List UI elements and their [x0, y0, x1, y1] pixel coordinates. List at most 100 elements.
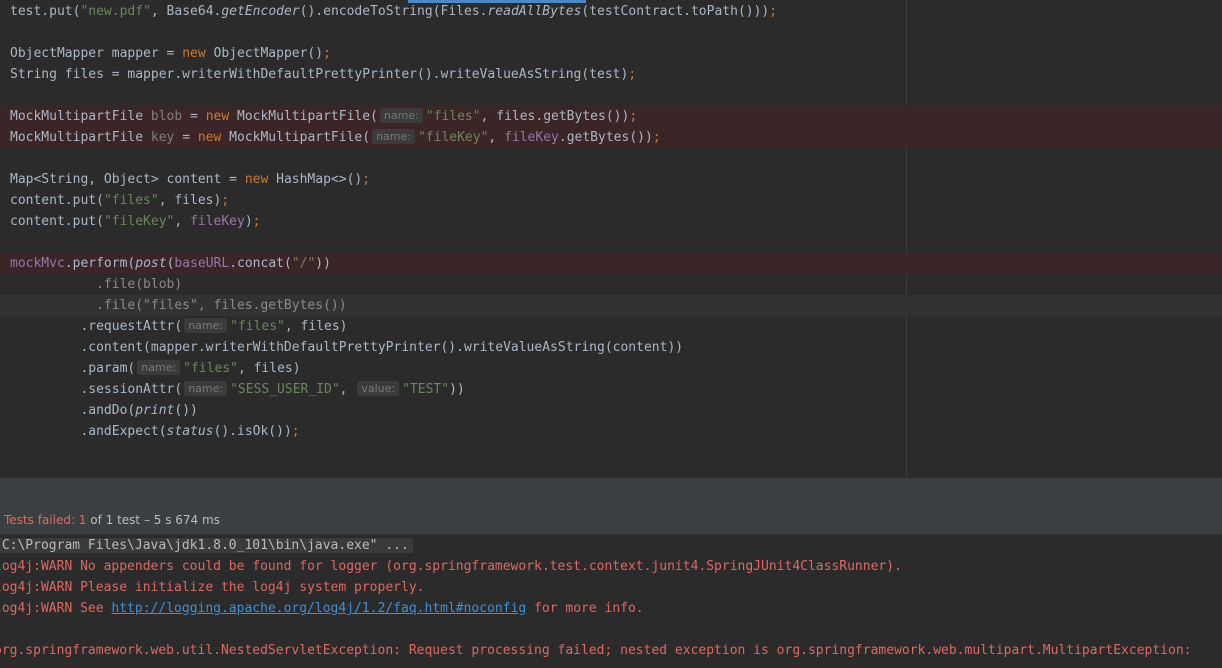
console-line-content: log4j:WARN See http://logging.apache.org…	[0, 601, 644, 616]
code-line-7[interactable]: MockMultipartFile key = new MockMultipar…	[0, 127, 1222, 148]
code-token: ;	[769, 4, 778, 19]
code-line-4[interactable]: String files = mapper.writerWithDefaultP…	[0, 64, 1222, 85]
code-line-11[interactable]: content.put("fileKey", fileKey);	[0, 211, 1222, 232]
code-token: log4j:WARN No appenders could be found f…	[0, 559, 902, 574]
code-token: post	[135, 256, 167, 271]
code-token: )	[244, 214, 253, 229]
code-line-content: .file("files", files.getBytes())	[10, 295, 347, 316]
code-token: ObjectMapper()	[213, 46, 324, 61]
code-token: .sessionAttr(	[10, 382, 183, 397]
code-token: ,	[174, 214, 191, 229]
code-token: content.put(	[10, 193, 104, 208]
code-token: key	[150, 130, 175, 145]
code-token: MockMultipartFile(	[229, 130, 371, 145]
code-token: .file("files", files.getBytes())	[10, 298, 347, 313]
code-line-content: String files = mapper.writerWithDefaultP…	[10, 64, 636, 85]
code-token: , files)	[237, 361, 301, 376]
code-token: "/"	[291, 256, 316, 271]
code-token: .andExpect(	[10, 424, 167, 439]
code-line-5[interactable]	[0, 85, 1222, 106]
code-line-9[interactable]: Map<String, Object> content = new HashMa…	[0, 169, 1222, 190]
code-token: .concat(	[229, 256, 292, 271]
test-result-summary: Tests failed: 1 of 1 test – 5 s 674 ms	[4, 507, 220, 534]
code-line-16[interactable]: .requestAttr(name: "files", files)	[0, 316, 1222, 337]
code-line-2[interactable]	[0, 22, 1222, 43]
code-token: org.springframework.web.util.NestedServl…	[0, 643, 1192, 658]
code-token: ))	[315, 256, 331, 271]
code-token: "new.pdf"	[80, 4, 151, 19]
code-token: MockMultipartFile	[10, 109, 151, 124]
console-output[interactable]: "C:\Program Files\Java\jdk1.8.0_101\bin\…	[0, 535, 1222, 668]
code-token: ;	[291, 424, 300, 439]
code-line-10[interactable]: content.put("files", files);	[0, 190, 1222, 211]
code-token: =	[174, 130, 198, 145]
code-line-content: .andExpect(status().isOk());	[10, 421, 300, 442]
code-token: .andDo(	[10, 403, 136, 418]
panel-splitter[interactable]	[0, 478, 1222, 507]
console-line-3[interactable]: log4j:WARN Please initialize the log4j s…	[0, 577, 424, 598]
code-token: log4j:WARN See	[0, 601, 112, 616]
console-line-2[interactable]: log4j:WARN No appenders could be found f…	[0, 556, 902, 577]
console-line-4[interactable]: log4j:WARN See http://logging.apache.org…	[0, 598, 644, 619]
code-token: fileKey	[504, 130, 559, 145]
code-token: for more info.	[526, 601, 644, 616]
code-token: "fileKey"	[103, 214, 175, 229]
code-line-12[interactable]	[0, 232, 1222, 253]
code-token: readAllBytes	[487, 4, 582, 19]
code-token: new	[197, 130, 230, 145]
code-editor[interactable]: test.put("new.pdf", Base64.getEncoder().…	[0, 0, 1222, 478]
code-line-17[interactable]: .content(mapper.writerWithDefaultPrettyP…	[0, 337, 1222, 358]
code-token: , Base64.	[150, 4, 222, 19]
code-token: .requestAttr(	[10, 319, 183, 334]
code-token: new	[244, 172, 277, 187]
code-line-14[interactable]: .file(blob)	[0, 274, 1222, 295]
code-line-20[interactable]: .andDo(print())	[0, 400, 1222, 421]
code-line-13[interactable]: mockMvc.perform(post(baseURL.concat("/")…	[0, 253, 1222, 274]
code-token: "files"	[103, 193, 159, 208]
code-line-8[interactable]	[0, 148, 1222, 169]
code-token: =	[182, 109, 206, 124]
code-line-content: .content(mapper.writerWithDefaultPrettyP…	[10, 337, 683, 358]
code-line-6[interactable]: MockMultipartFile blob = new MockMultipa…	[0, 106, 1222, 127]
code-token: ,	[339, 382, 356, 397]
code-line-content: MockMultipartFile blob = new MockMultipa…	[10, 106, 637, 127]
java-command: "C:\Program Files\Java\jdk1.8.0_101\bin\…	[0, 538, 413, 553]
code-line-content: content.put("files", files);	[10, 190, 229, 211]
code-line-15[interactable]: .file("files", files.getBytes())	[0, 295, 1222, 316]
code-line-content: mockMvc.perform(post(baseURL.concat("/")…	[10, 253, 331, 274]
code-line-18[interactable]: .param(name: "files", files)	[0, 358, 1222, 379]
code-line-3[interactable]: ObjectMapper mapper = new ObjectMapper()…	[0, 43, 1222, 64]
test-status-bar: Tests failed: 1 of 1 test – 5 s 674 ms	[0, 507, 1222, 535]
code-line-19[interactable]: .sessionAttr(name: "SESS_USER_ID", value:…	[0, 379, 1222, 400]
console-line-content: log4j:WARN Please initialize the log4j s…	[0, 580, 424, 595]
parameter-hint: name:	[372, 129, 415, 144]
code-line-content: Map<String, Object> content = new HashMa…	[10, 169, 370, 190]
code-token: log4j:WARN Please initialize the log4j s…	[0, 580, 425, 595]
code-token: Map<String, Object> content =	[10, 172, 245, 187]
code-token: ;	[628, 67, 637, 82]
code-line-1[interactable]: test.put("new.pdf", Base64.getEncoder().…	[0, 1, 1222, 22]
console-line-1[interactable]: "C:\Program Files\Java\jdk1.8.0_101\bin\…	[0, 535, 413, 556]
code-token: print	[135, 403, 175, 418]
code-line-content: .param(name: "files", files)	[10, 358, 301, 379]
tests-failed-label: Tests failed: 1	[4, 513, 87, 527]
code-token: .file(blob)	[10, 277, 183, 292]
code-token: ;	[252, 214, 261, 229]
code-token: mockMvc	[10, 256, 65, 271]
code-token: .getBytes())	[558, 130, 653, 145]
code-token: fileKey	[190, 214, 245, 229]
code-token: , files)	[284, 319, 348, 334]
code-token: .perform(	[64, 256, 136, 271]
code-token: ;	[323, 46, 331, 61]
code-token: MockMultipartFile	[10, 130, 151, 145]
code-token: (testContract.toPath()))	[581, 4, 770, 19]
code-token: ())	[174, 403, 198, 418]
code-line-21[interactable]: .andExpect(status().isOk());	[0, 421, 1222, 442]
code-token: ))	[449, 382, 465, 397]
code-token: "TEST"	[402, 382, 450, 397]
code-token: new	[205, 109, 237, 124]
code-line-content: .sessionAttr(name: "SESS_USER_ID", value:…	[10, 379, 465, 400]
console-line-6[interactable]: org.springframework.web.util.NestedServl…	[0, 640, 1191, 661]
log-link[interactable]: http://logging.apache.org/log4j/1.2/faq.…	[111, 601, 526, 616]
code-token: ;	[629, 109, 638, 124]
